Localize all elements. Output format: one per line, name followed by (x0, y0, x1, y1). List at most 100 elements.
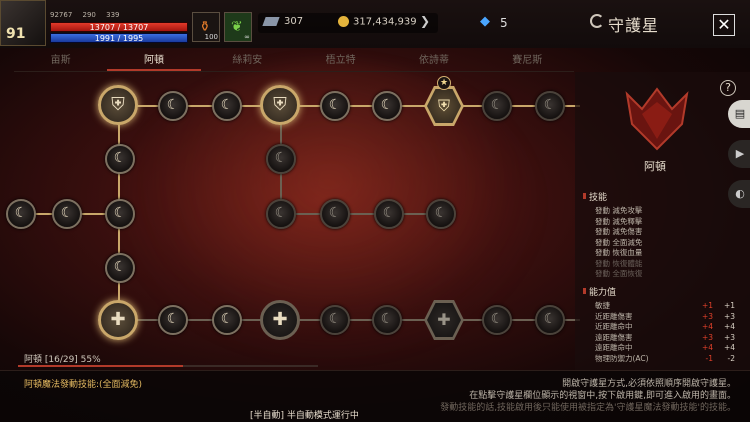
attribute-value: +3 (723, 311, 735, 321)
tree-progress-bar (18, 365, 318, 367)
currency-expand-icon[interactable]: ❯ (420, 14, 430, 28)
moon-node[interactable]: ☾ (212, 305, 242, 335)
attribute-table: 敏捷 +1 +1 近距離傷害 +3 +3 近距離命中 +4 +4 遠距離傷害 +3 +3 遠距離命中 +4… (595, 301, 735, 364)
player-stats: 92767 290 339 (50, 11, 128, 19)
moon-node[interactable]: ☾ (158, 305, 188, 335)
leaf-count: ∞ (244, 33, 250, 41)
gold-coin-icon (338, 16, 349, 27)
mp-bar: 1991 / 1995 (50, 33, 188, 43)
attribute-value: +3 (701, 332, 713, 342)
stat-2: 290 (82, 11, 96, 19)
attribute-name: 近距離傷害 (595, 311, 633, 321)
crystal-icon: ◆ (480, 14, 490, 29)
moon-node[interactable]: ☾ (158, 91, 188, 121)
shield-icon: ⛨ (427, 89, 461, 123)
gold-currency: 317,434,939 (338, 16, 417, 28)
cross-icon: ✚ (427, 303, 461, 337)
hp-bar: 13707 / 13707 (50, 22, 188, 32)
moon-node[interactable]: ☾ (105, 253, 135, 283)
attribute-row: 近距離命中 +4 +4 (595, 322, 735, 333)
attribute-name: 遠距離命中 (595, 343, 633, 352)
moon-node-locked[interactable]: ☾ (535, 305, 565, 335)
guardian-major-node-3[interactable]: ✚ (98, 300, 138, 340)
potion-count: 100 (204, 33, 218, 41)
tab-1[interactable]: 亩斯 (14, 50, 107, 71)
mp-text: 1991 / 1995 (94, 34, 144, 43)
guardian-major-node-1[interactable]: ⛨ (98, 85, 138, 125)
info-line: 開啟守護星方式,必須依照順序開啟守護星。 (562, 379, 736, 389)
attribute-name: 敏捷 (595, 301, 610, 310)
star-badge-icon: ★ (437, 76, 451, 90)
attribute-row: 遠距離命中 +4 +4 (595, 343, 735, 354)
aden-emblem-icon (625, 87, 689, 151)
moon-node-locked[interactable]: ☾ (320, 305, 350, 335)
side-tab-book-icon[interactable]: ▤ (728, 100, 750, 128)
close-button[interactable]: ✕ (713, 14, 735, 36)
tab-6[interactable]: 賽尼斯 (481, 50, 574, 71)
moon-node-locked[interactable]: ☾ (266, 144, 296, 174)
attribute-name: 物理防禦力(AC) (595, 353, 649, 363)
moon-node[interactable]: ☾ (320, 91, 350, 121)
attribute-name: 近距離命中 (595, 322, 633, 331)
tab-5[interactable]: 依詩蒂 (387, 50, 480, 71)
moon-node[interactable]: ☾ (105, 144, 135, 174)
attribute-value: +3 (723, 332, 735, 342)
constellation-tabs: 亩斯 阿頓 絲莉安 梧立特 依詩蒂 賽尼斯 (14, 50, 574, 72)
attribute-row: 敏捷 +1 +1 (595, 301, 735, 312)
attribute-value: +4 (723, 343, 735, 352)
side-tab-play-icon[interactable]: ▶ (728, 140, 750, 168)
potion-slot[interactable]: ⚱ 100 (192, 12, 220, 42)
moon-node-locked[interactable]: ☾ (482, 91, 512, 121)
help-icon[interactable]: ? (720, 80, 736, 96)
guardian-star-tree: ⛨ ☾ ☾ ⛨ ☾ ☾ ⛨ ★ ☾ ☾ ☾ ☾ ☾ ☾ ☾ ☾ ☾ ☾ ☾ ☾ … (0, 72, 580, 352)
skill-item: 發動 恢復體能 (595, 258, 643, 268)
side-tabs: ▤ ▶ ◐ (728, 100, 750, 220)
moon-node-locked[interactable]: ☾ (266, 199, 296, 229)
hp-text: 13707 / 13707 (89, 23, 149, 32)
moon-node-locked[interactable]: ☾ (320, 199, 350, 229)
gold-count: 317,434,939 (353, 16, 417, 28)
tab-4[interactable]: 梧立特 (294, 50, 387, 71)
skill-list: 發動 減免攻擊 發動 減免釋擊 發動 減免傷害 發動 全面減免 發動 恢復血量 發動 恢復… (595, 206, 642, 280)
guardian-major-node-2[interactable]: ⛨ (260, 85, 300, 125)
tree-line (280, 213, 440, 215)
tab-3[interactable]: 絲莉安 (201, 50, 294, 71)
attribute-row: 物理防禦力(AC) -1 -2 (595, 354, 735, 365)
moon-node[interactable]: ☾ (105, 199, 135, 229)
guardian-hex-node-active[interactable]: ⛨ (424, 86, 464, 126)
moon-node[interactable]: ☾ (212, 91, 242, 121)
attribute-value: +4 (701, 343, 713, 352)
guardian-hex-node-locked[interactable]: ✚ (424, 300, 464, 340)
attribute-value: +4 (701, 322, 713, 331)
gem-icon (262, 16, 280, 26)
attribute-name: 遠距離傷害 (595, 332, 633, 342)
top-bar: 91 92767 290 339 13707 / 13707 1991 / 19… (0, 0, 750, 48)
crystal-count: 5 (500, 16, 508, 30)
tab-2[interactable]: 阿頓 (107, 50, 201, 71)
tree-progress-fill (18, 365, 183, 367)
tree-progress-text: 阿頓 [16/29] 55% (24, 355, 101, 365)
attribute-value: +1 (701, 301, 713, 310)
window-title-text: 守護星 (608, 16, 660, 35)
side-tab-swirl-icon[interactable]: ◐ (728, 180, 750, 208)
skill-item: 發動 減免攻擊 (595, 206, 643, 215)
attribute-value: -1 (705, 353, 713, 363)
moon-node[interactable]: ☾ (52, 199, 82, 229)
moon-node-locked[interactable]: ☾ (374, 199, 404, 229)
leaf-slot[interactable]: ❦ ∞ (224, 12, 252, 42)
attribute-value: -2 (727, 353, 735, 363)
moon-node-locked[interactable]: ☾ (482, 305, 512, 335)
player-level: 91 (6, 26, 26, 42)
info-line: 在點擊守護星欄位顯示的視窗中,按下啟用鍵,即可進入啟用的畫面。 (469, 391, 736, 401)
skill-item: 發動 減免釋擊 (595, 216, 643, 226)
guardian-major-node-locked[interactable]: ✚ (260, 300, 300, 340)
moon-node-locked[interactable]: ☾ (426, 199, 456, 229)
moon-node-locked[interactable]: ☾ (372, 305, 402, 335)
leaf-icon: ❦ (231, 19, 243, 35)
moon-node-locked[interactable]: ☾ (535, 91, 565, 121)
moon-node[interactable]: ☾ (6, 199, 36, 229)
skills-title: 技能 (582, 190, 607, 203)
stat-1: 92767 (50, 11, 73, 19)
moon-node[interactable]: ☾ (372, 91, 402, 121)
gem-currency: 307 (262, 16, 303, 27)
